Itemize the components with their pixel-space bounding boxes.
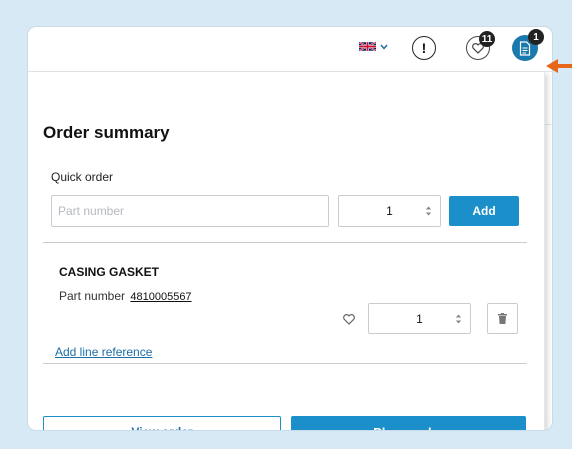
- app-window: ! 11 1 Order summary Quick order 1 Add: [28, 27, 552, 430]
- divider: [544, 124, 552, 125]
- arrow-left-icon: [546, 59, 572, 73]
- quantity-value: 1: [386, 204, 393, 218]
- top-bar: ! 11 1: [28, 27, 552, 72]
- stepper-arrows-icon[interactable]: [425, 205, 432, 217]
- language-selector[interactable]: [359, 41, 388, 52]
- delete-item-button[interactable]: [487, 303, 518, 334]
- order-summary-title: Order summary: [43, 123, 170, 142]
- item-name: CASING GASKET: [59, 265, 160, 279]
- stepper-arrows-icon[interactable]: [455, 313, 462, 325]
- favorites-count-badge: 11: [479, 31, 495, 47]
- part-number-link[interactable]: 4810005567: [130, 291, 191, 303]
- document-icon: [519, 40, 531, 56]
- divider: [43, 242, 527, 243]
- part-number-label: Part number: [59, 289, 126, 303]
- quantity-value: 1: [416, 311, 423, 326]
- uk-flag-icon: [359, 41, 376, 52]
- item-quantity-stepper[interactable]: 1: [368, 303, 471, 334]
- place-order-button[interactable]: Place order: [291, 416, 526, 430]
- order-summary-panel: Order summary Quick order 1 Add CASING G…: [28, 72, 545, 430]
- item-part-number: Part number 4810005567: [59, 289, 192, 303]
- chevron-down-icon: [380, 44, 388, 50]
- quick-order-label: Quick order: [51, 170, 114, 184]
- part-number-input[interactable]: [51, 195, 329, 227]
- add-button[interactable]: Add: [449, 196, 519, 226]
- view-order-button[interactable]: View order: [43, 416, 281, 430]
- trash-icon: [498, 313, 507, 324]
- alert-icon: !: [421, 40, 427, 56]
- alert-button[interactable]: !: [412, 36, 436, 60]
- add-line-reference-link[interactable]: Add line reference: [55, 345, 152, 359]
- favorites-button[interactable]: 11: [466, 31, 495, 60]
- order-cart-button[interactable]: 1: [512, 29, 544, 61]
- quick-order-quantity-stepper[interactable]: 1: [338, 195, 441, 227]
- divider: [43, 363, 527, 364]
- cart-count-badge: 1: [528, 29, 544, 45]
- heart-icon[interactable]: [343, 314, 355, 325]
